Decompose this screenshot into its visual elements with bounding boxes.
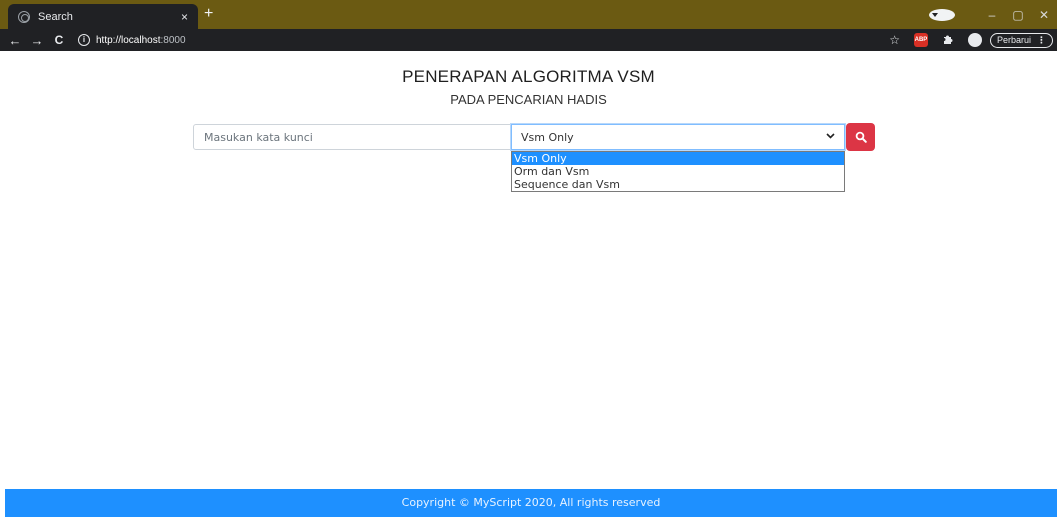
search-button[interactable] — [846, 123, 875, 151]
update-label: Perbarui — [996, 35, 1031, 45]
forward-button[interactable]: → — [26, 33, 48, 48]
abp-icon[interactable]: ABP — [913, 33, 928, 47]
method-dropdown-list: Vsm Only Orm dan Vsm Sequence dan Vsm — [511, 151, 845, 192]
option-vsm-only[interactable]: Vsm Only — [512, 152, 844, 165]
info-icon[interactable]: i — [78, 34, 90, 46]
page-body: PENERAPAN ALGORITMA VSM PADA PENCARIAN H… — [0, 51, 1057, 517]
url-host: http://localhost — [96, 34, 161, 46]
minimize-button[interactable]: – — [979, 8, 1005, 22]
browser-tab-strip: Search × + – ▢ ✕ — [0, 0, 1057, 29]
address-bar[interactable]: i http://localhost :8000 — [78, 31, 948, 49]
back-button[interactable]: ← — [4, 33, 26, 48]
reload-button[interactable]: C — [48, 33, 70, 47]
profile-menu-icon[interactable] — [929, 8, 955, 21]
option-sequence-dan-vsm[interactable]: Sequence dan Vsm — [512, 178, 844, 191]
method-select[interactable]: Vsm Only — [511, 124, 845, 150]
keyword-search-input[interactable] — [193, 124, 511, 150]
close-window-button[interactable]: ✕ — [1031, 8, 1057, 22]
option-orm-dan-vsm[interactable]: Orm dan Vsm — [512, 165, 844, 178]
browser-tab[interactable]: Search × — [8, 4, 198, 29]
page-title: PENERAPAN ALGORITMA VSM — [402, 67, 655, 86]
tab-title: Search — [38, 10, 73, 23]
avatar-icon[interactable] — [967, 33, 982, 47]
globe-icon — [18, 10, 30, 23]
url-port: :8000 — [160, 34, 186, 46]
footer-text: Copyright © MyScript 2020, All rights re… — [401, 496, 661, 509]
update-button[interactable]: Perbarui ⋮ — [989, 32, 1053, 48]
new-tab-button[interactable]: + — [204, 6, 213, 22]
puzzle-icon[interactable] — [942, 33, 954, 48]
tab-close-icon[interactable]: × — [181, 10, 188, 24]
window-controls: – ▢ ✕ — [929, 0, 1057, 29]
method-select-value: Vsm Only — [521, 130, 574, 144]
maximize-button[interactable]: ▢ — [1005, 8, 1031, 22]
chevron-down-icon — [826, 132, 835, 142]
toolbar-actions: ☆ ABP Perbarui ⋮ — [875, 31, 1053, 49]
more-menu-icon[interactable]: ⋮ — [1037, 35, 1046, 46]
browser-toolbar: ← → C i http://localhost :8000 ☆ ABP Per… — [0, 29, 1057, 51]
search-icon — [855, 131, 867, 143]
footer: Copyright © MyScript 2020, All rights re… — [5, 489, 1057, 517]
star-icon[interactable]: ☆ — [889, 33, 900, 47]
page-subtitle: PADA PENCARIAN HADIS — [450, 92, 607, 107]
